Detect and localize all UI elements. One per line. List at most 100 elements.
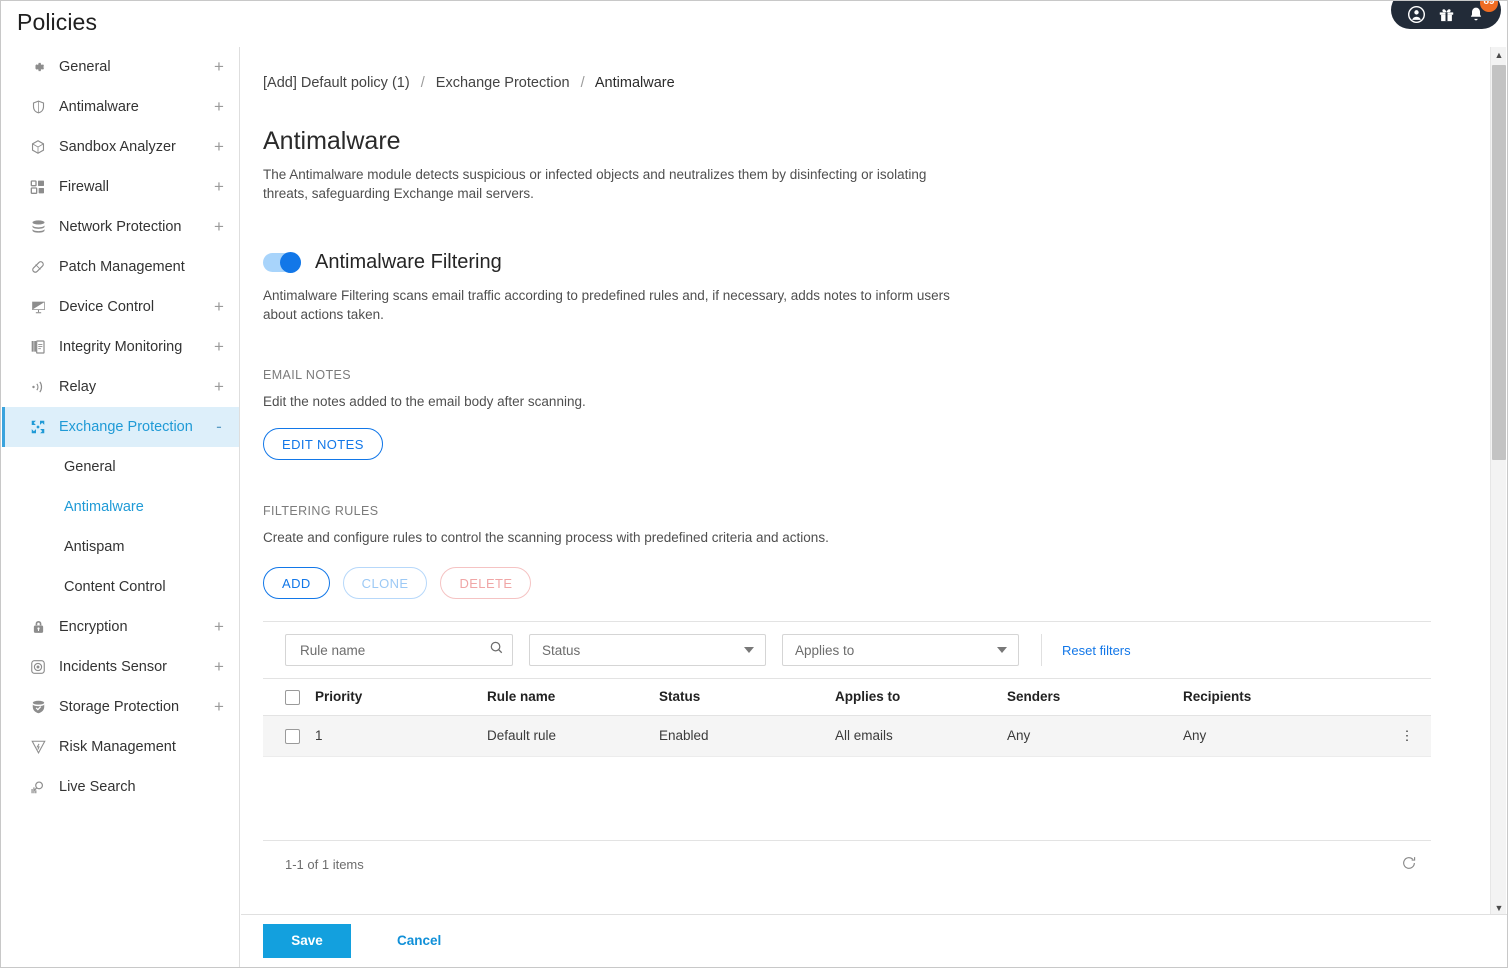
table-footer: 1-1 of 1 items	[263, 839, 1431, 888]
column-header-rule-name[interactable]: Rule name	[487, 678, 659, 716]
expander-icon[interactable]: +	[213, 58, 225, 75]
sidebar-item-incidents-sensor[interactable]: Incidents Sensor +	[2, 647, 239, 687]
save-button[interactable]: Save	[263, 923, 351, 958]
sidebar: General + Antimalware + Sandbox Analyzer…	[2, 47, 240, 967]
column-header-applies-to[interactable]: Applies to	[835, 678, 1007, 716]
status-filter-select[interactable]: Status	[529, 634, 766, 666]
sidebar-item-patch-management[interactable]: Patch Management	[2, 247, 239, 287]
edit-notes-button[interactable]: EDIT NOTES	[263, 428, 383, 460]
expander-icon[interactable]: +	[213, 378, 225, 395]
sidebar-subitem-content-control[interactable]: Content Control	[2, 567, 239, 607]
cell-status: Enabled	[659, 715, 835, 757]
sidebar-item-risk-management[interactable]: Risk Management	[2, 727, 239, 767]
sidebar-item-relay[interactable]: Relay +	[2, 367, 239, 407]
sidebar-item-label: Device Control	[59, 299, 155, 315]
sidebar-item-label: Storage Protection	[59, 699, 180, 715]
gift-icon[interactable]	[1435, 3, 1457, 25]
sidebar-item-general[interactable]: General +	[2, 47, 239, 87]
breadcrumb-separator: /	[580, 75, 585, 91]
antimalware-filtering-toggle[interactable]	[263, 252, 301, 273]
expander-icon[interactable]: +	[213, 98, 225, 115]
section-description: The Antimalware module detects suspiciou…	[263, 167, 927, 201]
search-icon[interactable]	[489, 640, 504, 660]
storage-icon	[27, 697, 49, 717]
search-input[interactable]	[298, 641, 489, 659]
exchange-icon	[27, 417, 49, 437]
cancel-button[interactable]: Cancel	[391, 932, 447, 949]
sidebar-subitem-antispam[interactable]: Antispam	[2, 527, 239, 567]
expander-icon[interactable]: +	[213, 218, 225, 235]
sidebar-subitem-general[interactable]: General	[2, 447, 239, 487]
filtering-rules-card: Status Applies to Reset filters	[263, 621, 1431, 888]
monitor-icon	[27, 297, 49, 317]
policies-app-window: Policies 89 General + Antimalware + Sand…	[0, 0, 1508, 968]
sidebar-subitem-antimalware[interactable]: Antimalware	[2, 487, 239, 527]
status-filter-value: Status	[542, 642, 581, 658]
sidebar-subitem-label: Content Control	[64, 579, 166, 595]
collapse-icon[interactable]: -	[213, 418, 225, 435]
sidebar-item-label: Sandbox Analyzer	[59, 139, 176, 155]
column-header-status[interactable]: Status	[659, 678, 835, 716]
expander-icon[interactable]: +	[213, 298, 225, 315]
row-menu-icon[interactable]: ⋮	[1383, 715, 1431, 757]
expander-icon[interactable]: +	[213, 178, 225, 195]
select-all-checkbox[interactable]	[285, 689, 300, 705]
sidebar-item-integrity-monitoring[interactable]: Integrity Monitoring +	[2, 327, 239, 367]
clone-rule-button[interactable]: CLONE	[342, 567, 428, 599]
breadcrumb-current: Antimalware	[594, 75, 675, 91]
notifications-icon[interactable]: 89	[1465, 1, 1498, 25]
column-header-actions	[1383, 678, 1431, 716]
column-header-recipients[interactable]: Recipients	[1183, 678, 1383, 716]
sidebar-item-sandbox-analyzer[interactable]: Sandbox Analyzer +	[2, 127, 239, 167]
shield-icon	[27, 97, 49, 117]
applies-to-filter-value: Applies to	[795, 642, 855, 658]
sidebar-item-label: Antimalware	[59, 99, 139, 115]
antimalware-filtering-toggle-row: Antimalware Filtering	[263, 251, 1431, 274]
sidebar-item-label: Risk Management	[59, 739, 176, 755]
reset-filters-link[interactable]: Reset filters	[1041, 634, 1131, 666]
sidebar-item-encryption[interactable]: Encryption +	[2, 607, 239, 647]
sidebar-item-firewall[interactable]: Firewall +	[2, 167, 239, 207]
documents-icon	[27, 337, 49, 357]
sidebar-item-antimalware[interactable]: Antimalware +	[2, 87, 239, 127]
top-right-toolbar: 89	[1391, 1, 1501, 29]
filtering-rules-section-label: FILTERING RULES	[263, 504, 379, 518]
expander-icon[interactable]: +	[213, 698, 225, 715]
add-rule-button[interactable]: ADD	[263, 567, 330, 599]
scroll-up-icon[interactable]: ▲	[1491, 47, 1507, 63]
breadcrumb-section[interactable]: Exchange Protection	[436, 75, 570, 91]
applies-to-filter-select[interactable]: Applies to	[782, 634, 1019, 666]
column-header-priority[interactable]: Priority	[315, 678, 487, 716]
patch-icon	[27, 257, 49, 277]
breadcrumb-policy[interactable]: [Add] Default policy (1)	[263, 75, 410, 91]
vertical-scrollbar[interactable]: ▲ ▼	[1490, 47, 1506, 916]
account-icon[interactable]	[1405, 3, 1427, 25]
table-row[interactable]: 1 Default rule Enabled All emails Any An…	[263, 715, 1431, 757]
sidebar-item-device-control[interactable]: Device Control +	[2, 287, 239, 327]
sidebar-item-live-search[interactable]: Live Search	[2, 767, 239, 807]
sidebar-item-exchange-protection[interactable]: Exchange Protection -	[2, 407, 239, 447]
rule-name-filter[interactable]	[285, 634, 513, 666]
expander-icon[interactable]: +	[213, 138, 225, 155]
delete-rule-button[interactable]: DELETE	[440, 567, 532, 599]
sidebar-item-network-protection[interactable]: Network Protection +	[2, 207, 239, 247]
expander-icon[interactable]: +	[213, 618, 225, 635]
pagination-label: 1-1 of 1 items	[285, 856, 364, 872]
scrollbar-thumb[interactable]	[1492, 65, 1506, 460]
cell-rule-name[interactable]: Default rule	[487, 715, 659, 757]
search-bars-icon	[27, 777, 49, 797]
filtering-rules-actions: ADD CLONE DELETE	[263, 567, 1431, 599]
stack-icon	[27, 217, 49, 237]
sidebar-item-storage-protection[interactable]: Storage Protection +	[2, 687, 239, 727]
chevron-down-icon	[997, 647, 1007, 653]
filter-bar: Status Applies to Reset filters	[263, 622, 1431, 678]
expander-icon[interactable]: +	[213, 338, 225, 355]
refresh-icon[interactable]	[1401, 855, 1417, 874]
chevron-down-icon	[744, 647, 754, 653]
column-header-senders[interactable]: Senders	[1007, 678, 1183, 716]
row-checkbox[interactable]	[285, 728, 300, 744]
expander-icon[interactable]: +	[213, 658, 225, 675]
sidebar-item-label: Integrity Monitoring	[59, 339, 183, 355]
page-title: Policies	[17, 9, 98, 35]
table-header-row: Priority Rule name Status Applies to Sen…	[263, 678, 1431, 716]
